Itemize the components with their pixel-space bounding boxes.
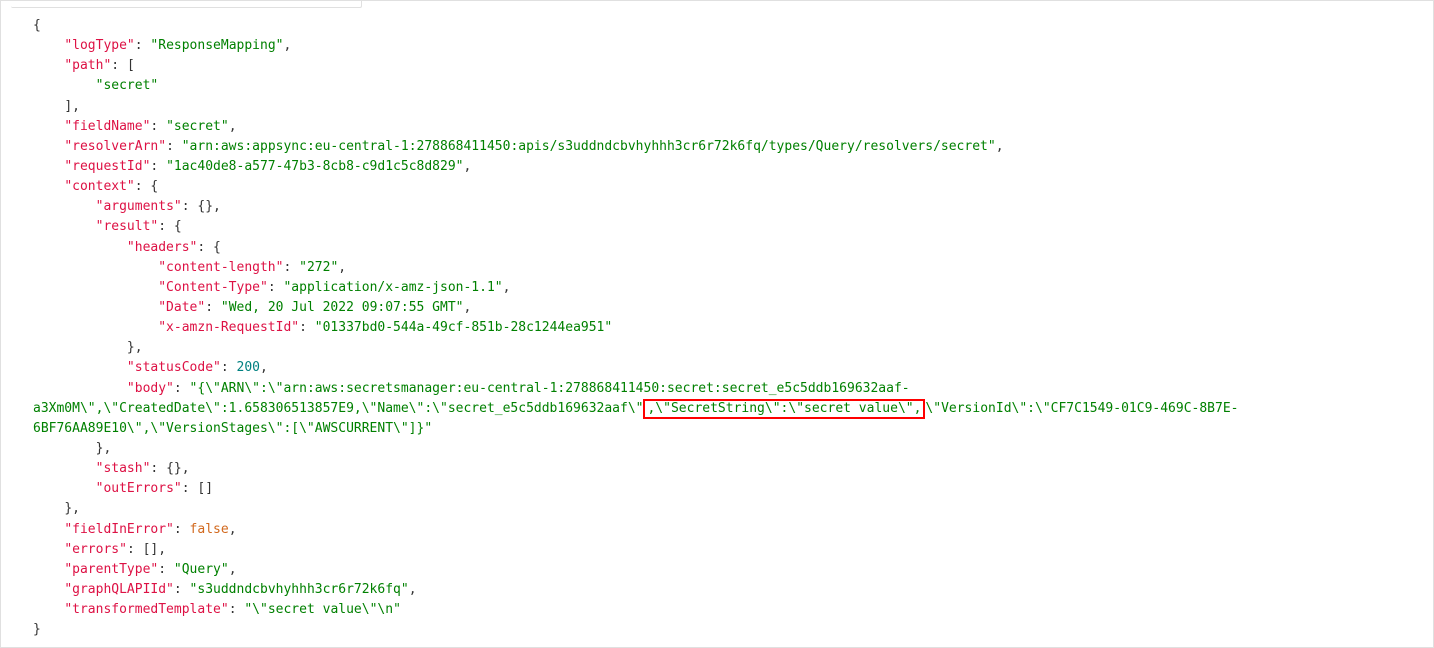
requestId-value: 1ac40de8-a577-47b3-8cb8-c9d1c5c8d829 bbox=[174, 159, 456, 174]
logType-value: ResponseMapping bbox=[158, 38, 275, 53]
body-highlight: ,\"SecretString\":\"secret value\", bbox=[647, 401, 921, 416]
json-block: { "logType": "ResponseMapping", "path": … bbox=[1, 8, 1433, 648]
x-amzn-RequestId-value: 01337bd0-544a-49cf-851b-28c1244ea951 bbox=[323, 320, 605, 335]
content-length-value: 272 bbox=[307, 260, 330, 275]
statusCode-value: 200 bbox=[237, 360, 260, 375]
date-value: Wed, 20 Jul 2022 09:07:55 GMT bbox=[229, 300, 456, 315]
fieldName-value: secret bbox=[174, 119, 221, 134]
fieldInError-value: false bbox=[190, 522, 229, 537]
highlight-box: ,\"SecretString\":\"secret value\", bbox=[643, 399, 925, 420]
content-type-value: application/x-amz-json-1.1 bbox=[291, 280, 495, 295]
resolverArn-value: arn:aws:appsync:eu-central-1:27886841145… bbox=[190, 139, 988, 154]
code-container: { "logType": "ResponseMapping", "path_it… bbox=[0, 0, 1434, 648]
tab-stub bbox=[11, 1, 362, 8]
path-item: secret bbox=[103, 78, 150, 93]
graphQLAPIId-value: s3uddndcbvhyhhh3cr6r72k6fq bbox=[197, 582, 401, 597]
parentType-value: Query bbox=[182, 562, 221, 577]
transformedTemplate-value: \"secret value\"\n bbox=[252, 602, 393, 617]
